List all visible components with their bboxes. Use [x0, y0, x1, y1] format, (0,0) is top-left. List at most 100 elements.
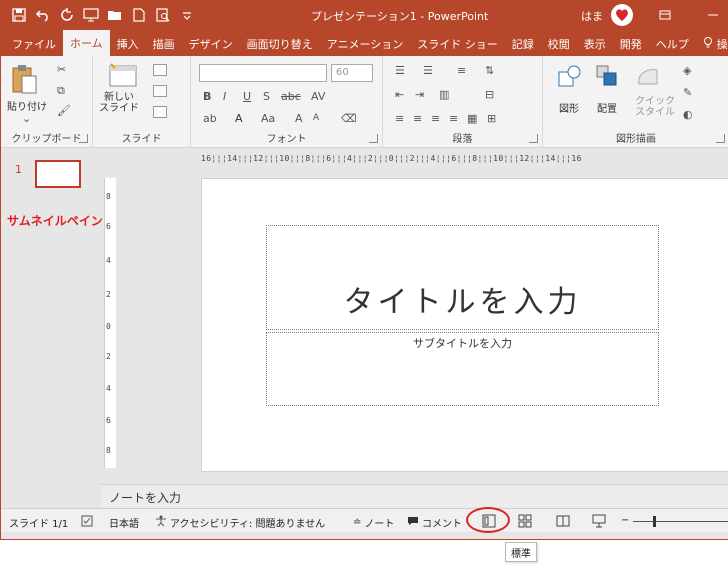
subtitle-placeholder[interactable]: サブタイトルを入力	[266, 332, 659, 406]
arrange-icon[interactable]	[595, 64, 619, 91]
arrange-button[interactable]: 配置	[597, 100, 617, 115]
paragraph-launcher-icon[interactable]	[529, 134, 538, 143]
new-slide-icon[interactable]	[109, 62, 139, 90]
quick-styles-icon[interactable]	[635, 64, 663, 91]
tab-transitions[interactable]: 画面切り替え	[240, 32, 320, 56]
present-icon[interactable]	[81, 5, 101, 25]
paste-button[interactable]: 貼り付け	[7, 98, 47, 113]
accessibility-status[interactable]: アクセシビリティ: 問題ありません	[155, 515, 325, 530]
save-icon[interactable]	[9, 5, 29, 25]
smartart-icon[interactable]: ⊞	[487, 112, 496, 125]
reset-icon[interactable]	[153, 85, 167, 97]
tab-slideshow[interactable]: スライド ショー	[410, 32, 505, 56]
strikethrough-button[interactable]: abc	[281, 90, 301, 103]
tab-insert[interactable]: 挿入	[110, 32, 146, 56]
undo-icon[interactable]	[33, 5, 53, 25]
group-label-font: フォント	[266, 134, 307, 145]
layout-icon[interactable]	[153, 64, 167, 76]
clipboard-launcher-icon[interactable]	[79, 134, 88, 143]
zoom-slider-thumb[interactable]	[653, 516, 656, 527]
tell-me-search[interactable]: 操作アシ	[696, 32, 728, 56]
comments-button[interactable]: コメント	[407, 515, 462, 530]
text-effects-button[interactable]: ab	[203, 112, 217, 125]
shape-outline-icon[interactable]: ✎	[683, 86, 692, 99]
bold-button[interactable]: B	[203, 90, 211, 103]
change-case-button[interactable]: Aa	[261, 112, 275, 125]
tab-animations[interactable]: アニメーション	[320, 32, 411, 56]
notes-pane[interactable]: ノートを入力	[101, 484, 728, 508]
ruler-mark: 8	[106, 192, 111, 201]
justify-icon[interactable]: ≡	[449, 112, 458, 125]
paste-icon[interactable]	[9, 62, 41, 96]
tab-help[interactable]: ヘルプ	[649, 32, 696, 56]
notes-button[interactable]: ≐ ノート	[353, 515, 394, 530]
drawing-launcher-icon[interactable]	[716, 134, 725, 143]
format-painter-icon[interactable]: 🖌	[57, 104, 71, 117]
font-name-input[interactable]	[199, 64, 327, 82]
new-icon[interactable]	[129, 5, 149, 25]
ribbon-display-options-icon[interactable]	[655, 5, 675, 25]
numbering-icon[interactable]: ☰	[423, 64, 433, 77]
customize-qat-icon[interactable]	[177, 5, 197, 25]
tab-record[interactable]: 記録	[505, 32, 541, 56]
decrease-indent-icon[interactable]: ⇤	[395, 88, 404, 101]
font-size-input[interactable]: 60	[331, 64, 373, 82]
user-name[interactable]: はま	[581, 8, 603, 24]
slide-canvas[interactable]: タイトルを入力 サブタイトルを入力	[201, 178, 728, 472]
copy-icon[interactable]: ⧉	[57, 84, 65, 98]
title-placeholder[interactable]: タイトルを入力	[266, 225, 659, 330]
distributed-icon[interactable]: ▦	[467, 112, 477, 125]
shadow-button[interactable]: S	[263, 90, 270, 103]
shape-fill-icon[interactable]: ◈	[683, 64, 691, 77]
underline-button[interactable]: U	[243, 90, 251, 103]
zoom-slider-track[interactable]	[633, 521, 728, 522]
line-spacing-icon[interactable]: ≡	[457, 64, 466, 77]
print-preview-icon[interactable]	[153, 5, 173, 25]
ruler-mark: 2	[106, 290, 111, 299]
spellcheck-icon[interactable]	[81, 515, 93, 527]
font-launcher-icon[interactable]	[369, 134, 378, 143]
align-right-icon[interactable]: ≡	[431, 112, 440, 125]
italic-button[interactable]: I	[223, 90, 226, 103]
tab-review[interactable]: 校閲	[541, 32, 577, 56]
increase-indent-icon[interactable]: ⇥	[415, 88, 424, 101]
align-left-icon[interactable]: ≡	[395, 112, 404, 125]
tab-design[interactable]: デザイン	[182, 32, 240, 56]
tab-view[interactable]: 表示	[577, 32, 613, 56]
shapes-icon[interactable]	[557, 64, 583, 93]
group-drawing: 図形 配置 クイック スタイル ◈ ✎ ◐ 図形描画	[543, 56, 728, 148]
shape-effects-icon[interactable]: ◐	[683, 108, 693, 121]
zoom-out-button[interactable]: −	[621, 515, 629, 526]
avatar[interactable]	[611, 4, 633, 26]
tab-home[interactable]: ホーム	[63, 30, 110, 56]
shapes-button[interactable]: 図形	[559, 100, 579, 115]
clear-formatting-button[interactable]: ⌫	[341, 112, 357, 125]
redo-icon[interactable]	[57, 5, 77, 25]
decrease-font-size-button[interactable]: A	[313, 113, 319, 123]
character-spacing-button[interactable]: AV	[311, 90, 325, 103]
bullets-icon[interactable]: ☰	[395, 64, 405, 77]
paste-dropdown-icon[interactable]: ⌄	[22, 112, 31, 125]
open-icon[interactable]	[105, 5, 125, 25]
align-center-icon[interactable]: ≡	[413, 112, 422, 125]
cut-icon[interactable]: ✂	[57, 63, 66, 76]
align-text-icon[interactable]: ⊟	[485, 88, 494, 101]
tab-file[interactable]: ファイル	[5, 32, 63, 56]
section-icon[interactable]	[153, 106, 167, 118]
slide-thumbnail[interactable]	[35, 160, 81, 188]
new-slide-button[interactable]: 新しい スライド	[99, 92, 139, 114]
slideshow-view-icon[interactable]	[591, 513, 607, 529]
columns-icon[interactable]: ▥	[439, 88, 449, 101]
language-status[interactable]: 日本語	[109, 515, 139, 530]
text-direction-icon[interactable]: ⇅	[485, 64, 494, 77]
group-font: 60 B I U S abc AV ab A Aa A A ⌫ フォント	[191, 56, 383, 148]
slide-sorter-view-icon[interactable]	[517, 513, 533, 529]
slide-count[interactable]: スライド 1/1	[9, 515, 68, 530]
increase-font-size-button[interactable]: A	[295, 112, 303, 125]
tab-developer[interactable]: 開発	[613, 32, 649, 56]
quick-styles-button[interactable]: クイック スタイル	[635, 96, 675, 118]
tab-draw[interactable]: 描画	[146, 32, 182, 56]
minimize-icon[interactable]	[703, 5, 723, 25]
font-color-button[interactable]: A	[235, 112, 243, 125]
reading-view-icon[interactable]	[555, 513, 571, 529]
